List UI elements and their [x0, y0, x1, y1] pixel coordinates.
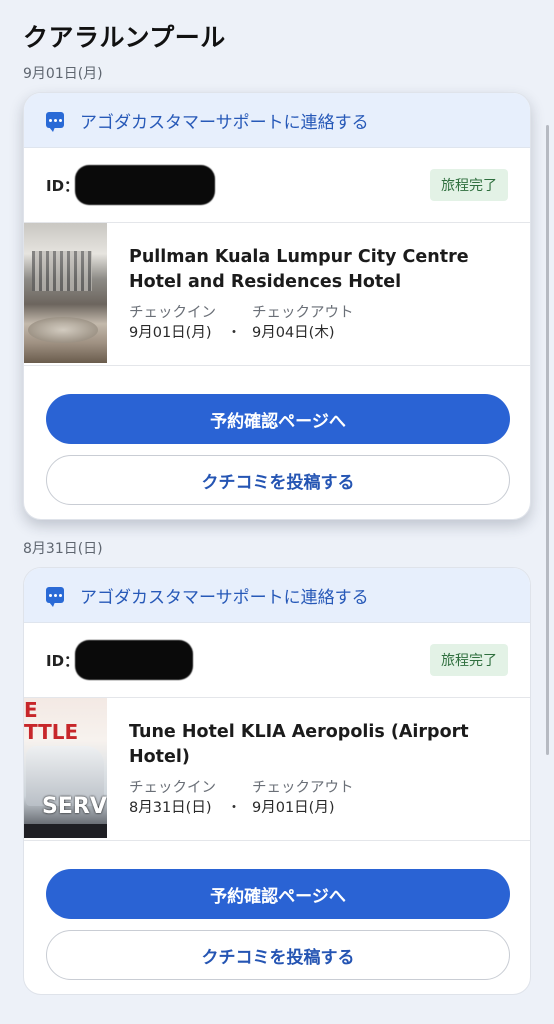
- checkout-label: チェックアウト: [252, 305, 354, 321]
- support-link[interactable]: アゴダカスタマーサポートに連絡する: [24, 568, 530, 623]
- booking-card: アゴダカスタマーサポートに連絡する ID： 旅程完了 Pullman Kuala…: [23, 92, 531, 520]
- hotel-summary[interactable]: Pullman Kuala Lumpur City Centre Hotel a…: [24, 223, 530, 366]
- scrollbar[interactable]: [546, 125, 549, 755]
- view-booking-button[interactable]: 予約確認ページへ: [46, 869, 510, 919]
- hotel-name: Tune Hotel KLIA Aeropolis (Airport Hotel…: [129, 722, 469, 767]
- redacted-booking-id: [75, 640, 194, 680]
- chat-bubble-icon: [46, 112, 64, 132]
- checkout-date: 9月01日(月): [252, 800, 335, 816]
- checkout-label: チェックアウト: [252, 780, 354, 796]
- trips-page: クアラルンプール 9月01日(月) アゴダカスタマーサポートに連絡する ID： …: [0, 0, 554, 1024]
- status-badge: 旅程完了: [430, 169, 508, 201]
- page-title: クアラルンプール: [23, 23, 226, 52]
- checkin-label: チェックイン: [129, 305, 216, 321]
- hotel-name: Pullman Kuala Lumpur City Centre Hotel a…: [129, 247, 469, 292]
- booking-id-row: ID： 旅程完了: [24, 148, 530, 223]
- status-badge: 旅程完了: [430, 644, 508, 676]
- hotel-photo: [24, 223, 107, 363]
- write-review-button[interactable]: クチコミを投稿する: [46, 930, 510, 980]
- checkin-date: 8月31日(日): [129, 800, 212, 816]
- support-link[interactable]: アゴダカスタマーサポートに連絡する: [24, 93, 530, 148]
- support-link-label: アゴダカスタマーサポートに連絡する: [80, 112, 369, 133]
- hotel-summary[interactable]: E TTLE SERV Tune Hotel KLIA Aeropolis (A…: [24, 698, 530, 841]
- checkin-date: 9月01日(月): [129, 325, 212, 341]
- booking-date-label: 8月31日(日): [23, 541, 103, 557]
- date-separator: ・: [227, 325, 241, 341]
- booking-card: アゴダカスタマーサポートに連絡する ID： 旅程完了 E TTLE SERV T…: [23, 567, 531, 995]
- write-review-button[interactable]: クチコミを投稿する: [46, 455, 510, 505]
- booking-date-label: 9月01日(月): [23, 66, 103, 82]
- hotel-photo: E TTLE SERV: [24, 698, 107, 838]
- support-link-label: アゴダカスタマーサポートに連絡する: [80, 587, 369, 608]
- redacted-booking-id: [75, 165, 216, 205]
- checkin-label: チェックイン: [129, 780, 216, 796]
- chat-bubble-icon: [46, 587, 64, 607]
- booking-id-row: ID： 旅程完了: [24, 623, 530, 698]
- view-booking-button[interactable]: 予約確認ページへ: [46, 394, 510, 444]
- date-separator: ・: [227, 800, 241, 816]
- checkout-date: 9月04日(木): [252, 325, 335, 341]
